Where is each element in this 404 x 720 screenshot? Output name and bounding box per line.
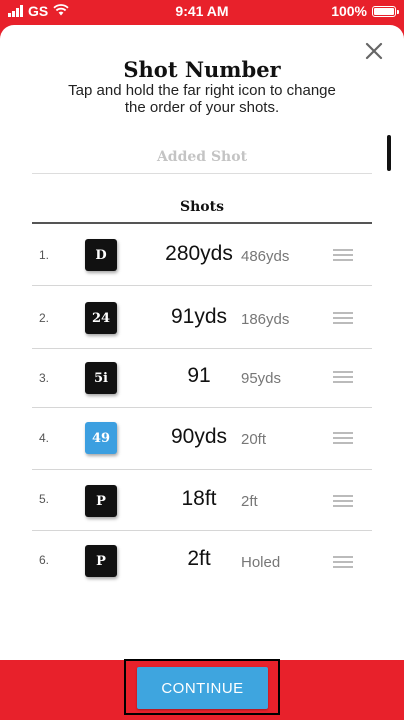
drag-handle-icon[interactable]: [333, 249, 353, 262]
signal-icon: [8, 5, 23, 17]
club-badge: 5i: [85, 362, 117, 394]
shot-row: 4. 49 90yds 20ft: [32, 408, 372, 470]
drag-handle-icon[interactable]: [333, 495, 353, 508]
club-badge: 49: [85, 422, 117, 454]
shot-distance: 91yds: [170, 305, 228, 328]
shot-row: 2. 24 91yds 186yds: [32, 286, 372, 349]
remaining-distance: 486yds: [241, 248, 290, 265]
wifi-icon: [53, 3, 69, 19]
instructions-text: Tap and hold the far right icon to chang…: [68, 82, 336, 116]
shot-row: 6. P 2ft Holed: [32, 531, 372, 593]
drag-handle-icon[interactable]: [333, 432, 353, 445]
shot-list: 1. D 280yds 486yds 2. 24 91yds 186yds 3.…: [32, 224, 372, 593]
remaining-distance: 186yds: [241, 311, 290, 328]
added-shot-label: Added Shot: [156, 149, 248, 165]
drag-handle-icon[interactable]: [333, 312, 353, 325]
divider: [32, 173, 372, 174]
battery-percent: 100%: [331, 3, 367, 19]
shot-distance: 280yds: [165, 242, 233, 265]
shot-distance: 18ft: [181, 487, 217, 510]
scrollbar[interactable]: [387, 135, 391, 171]
shot-number: 2.: [39, 311, 50, 325]
page-title: Shot Number: [123, 57, 281, 82]
shot-number: 5.: [39, 492, 50, 506]
shot-distance: 2ft: [187, 547, 211, 570]
shot-number: 1.: [39, 248, 50, 262]
shot-number: 4.: [39, 431, 50, 445]
shot-distance: 90yds: [170, 425, 228, 448]
battery-icon: [372, 5, 399, 17]
shot-row: 1. D 280yds 486yds: [32, 224, 372, 286]
shot-number-sheet: Shot Number Tap and hold the far right i…: [0, 25, 404, 660]
remaining-distance: 2ft: [241, 493, 258, 510]
drag-handle-icon[interactable]: [333, 556, 353, 569]
carrier-label: GS: [28, 3, 49, 19]
remaining-distance: 20ft: [241, 431, 267, 448]
shots-column-header: Shots: [180, 199, 224, 215]
status-left: GS: [8, 3, 69, 19]
drag-handle-icon[interactable]: [333, 371, 353, 384]
remaining-distance: Holed: [241, 554, 281, 571]
status-time: 9:41 AM: [175, 3, 229, 19]
club-badge: 24: [85, 302, 117, 334]
status-right: 100%: [331, 3, 399, 19]
club-badge: P: [85, 485, 117, 517]
club-badge: P: [85, 545, 117, 577]
shot-number: 6.: [39, 553, 50, 567]
shot-row: 5. P 18ft 2ft: [32, 470, 372, 531]
club-badge: D: [85, 239, 117, 271]
shot-row: 3. 5i 91 95yds: [32, 349, 372, 408]
shot-distance: 91: [187, 364, 211, 387]
remaining-distance: 95yds: [241, 370, 282, 387]
continue-button[interactable]: CONTINUE: [137, 667, 268, 709]
shot-number: 3.: [39, 371, 50, 385]
status-bar: GS 9:41 AM 100%: [0, 0, 404, 24]
